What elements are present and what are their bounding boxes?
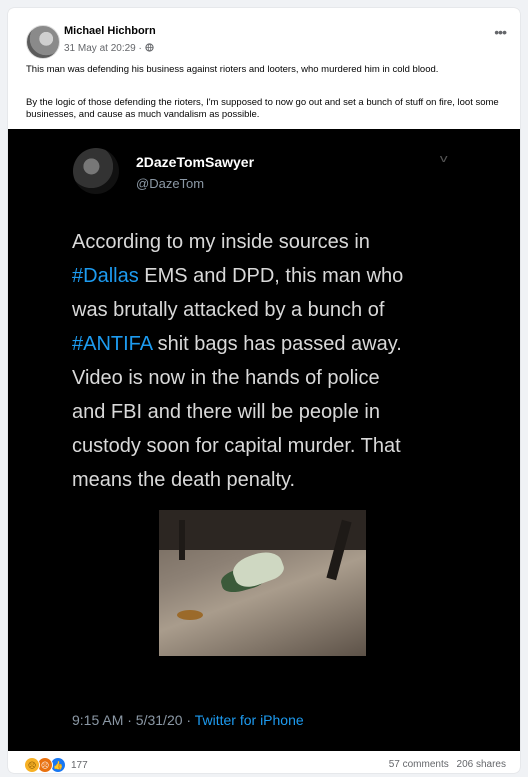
- reaction-summary[interactable]: ☹ ☹ 👍 177: [24, 757, 88, 773]
- tweet-text: was brutally attacked by a bunch of: [72, 299, 385, 321]
- chevron-down-icon: v: [439, 153, 448, 165]
- post-paragraph-1: This man was defending his business agai…: [26, 64, 439, 75]
- shares-link[interactable]: 206 shares: [457, 759, 506, 770]
- tweet-screenshot[interactable]: 2DazeTomSawyer @DazeTom v According to m…: [8, 129, 520, 751]
- hashtag-dallas: #Dallas: [72, 265, 139, 287]
- tweet-line: and FBI and there will be people in: [72, 395, 472, 429]
- post-card: Michael Hichborn 31 May at 20:29 · ••• T…: [8, 8, 520, 773]
- tweet-body: According to my inside sources in #Dalla…: [72, 225, 472, 497]
- tweet-time: 9:15 AM · 5/31/20 ·: [72, 712, 195, 728]
- tweet-author-name: 2DazeTomSawyer: [136, 154, 255, 170]
- tweet-line: custody soon for capital murder. That: [72, 429, 472, 463]
- video-detail: [177, 610, 203, 620]
- tweet-handle: @DazeTom: [136, 176, 205, 191]
- video-figure: [179, 520, 185, 560]
- post-paragraph-2: By the logic of those defending the riot…: [26, 97, 499, 120]
- comments-link[interactable]: 57 comments: [389, 759, 449, 770]
- tweet-text: shit bags has passed away.: [152, 333, 402, 355]
- tweet-line: According to my inside sources in: [72, 225, 472, 259]
- tweet-text: custody soon for capital murder. That: [72, 435, 401, 457]
- sad-icon: ☹: [24, 757, 40, 773]
- author-name[interactable]: Michael Hichborn: [64, 25, 156, 37]
- tweet-source: Twitter for iPhone: [194, 712, 304, 728]
- tweet-text: EMS and DPD, this man who: [138, 265, 404, 287]
- tweet-text: According to my inside sources in: [72, 231, 370, 253]
- tweet-text: and FBI and there will be people in: [72, 401, 380, 423]
- tweet-line: #Dallas EMS and DPD, this man who: [72, 259, 472, 293]
- author-avatar[interactable]: [26, 25, 60, 59]
- more-options-icon[interactable]: •••: [494, 24, 507, 40]
- tweet-line: was brutally attacked by a bunch of: [72, 293, 472, 327]
- tweet-text: means the death penalty.: [72, 469, 296, 491]
- reaction-count: 177: [71, 759, 88, 771]
- tweet-line: means the death penalty.: [72, 463, 472, 497]
- engagement-stats: 57 comments 206 shares: [384, 759, 506, 770]
- post-meta: 31 May at 20:29 ·: [64, 43, 154, 54]
- post-timestamp[interactable]: 31 May at 20:29 ·: [64, 43, 142, 54]
- globe-icon: [144, 43, 154, 54]
- tweet-line: #ANTIFA shit bags has passed away.: [72, 327, 472, 361]
- tweet-avatar: [73, 148, 119, 194]
- tweet-video-thumbnail[interactable]: [159, 510, 366, 656]
- tweet-text: Video is now in the hands of police: [72, 367, 380, 389]
- tweet-line: Video is now in the hands of police: [72, 361, 472, 395]
- hashtag-antifa: #ANTIFA: [72, 333, 153, 355]
- tweet-footer: 9:15 AM · 5/31/20 · Twitter for iPhone: [72, 712, 304, 728]
